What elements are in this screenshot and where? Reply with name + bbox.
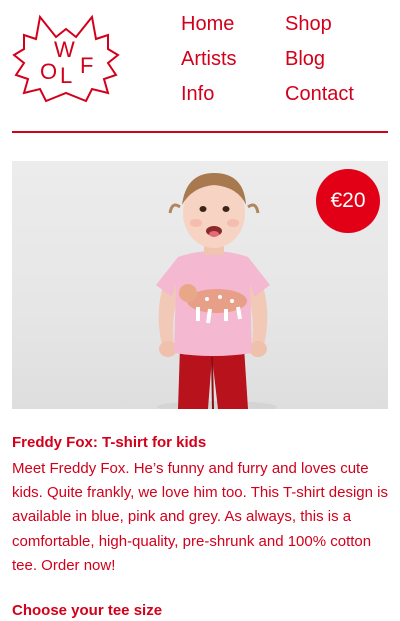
logo-letter-l: L xyxy=(60,63,72,88)
wolf-head-logo-icon: O W L F xyxy=(12,14,120,103)
product-title: Freddy Fox: T-shirt for kids xyxy=(12,434,207,451)
nav-artists[interactable]: Artists xyxy=(181,45,237,73)
header-divider xyxy=(12,131,388,133)
owlf-logo[interactable]: O W L F xyxy=(12,13,120,105)
nav-contact[interactable]: Contact xyxy=(285,80,354,108)
logo-letter-f: F xyxy=(80,53,93,78)
price-badge: €20 xyxy=(316,169,380,233)
nav-info[interactable]: Info xyxy=(181,80,214,108)
nav-blog[interactable]: Blog xyxy=(285,45,325,73)
choose-size-heading: Choose your tee size xyxy=(12,602,163,619)
product-description: Meet Freddy Fox. He’s funny and furry an… xyxy=(12,460,388,574)
logo-letter-o: O xyxy=(40,59,57,84)
logo-letter-w: W xyxy=(54,37,75,62)
nav-home[interactable]: Home xyxy=(181,10,234,38)
nav-shop[interactable]: Shop xyxy=(285,10,332,38)
